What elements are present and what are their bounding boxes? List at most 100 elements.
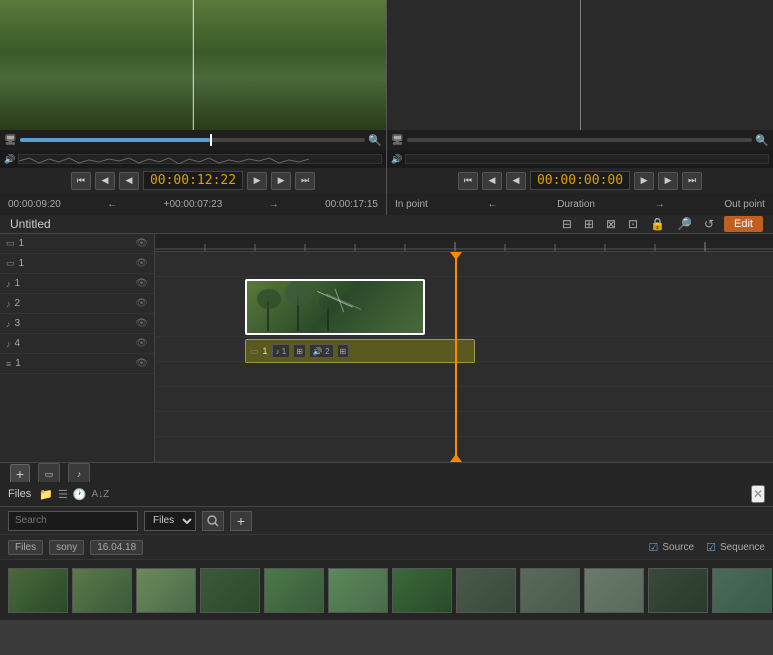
right-video-playhead (580, 0, 581, 130)
left-scrubber-track[interactable] (20, 138, 366, 142)
timeline-section: Untitled ⊟ ⊞ ⊠ ⊡ 🔒 🔎 ↺ Edit ▭ 1 👁 ▭ 1 (0, 215, 773, 480)
folder-icon[interactable]: 📁 (39, 488, 53, 501)
thumbnail-4[interactable] (200, 568, 260, 613)
left-next-btn[interactable]: ⏭ (295, 172, 315, 190)
left-zoom-icon[interactable]: 🔍 (368, 134, 382, 147)
add-file-button[interactable]: + (230, 511, 252, 531)
left-step-back-btn[interactable]: ◀ (95, 172, 115, 190)
sequence-checkbox-label[interactable]: ☑ Sequence (706, 541, 765, 554)
left-scrubber-fill (20, 138, 210, 142)
track-row-a3[interactable] (155, 387, 773, 412)
track-label-s1: ≡ 1 👁 (0, 354, 154, 374)
right-next-btn[interactable]: ⏭ (682, 172, 702, 190)
eye-a2[interactable]: 👁 (135, 298, 148, 309)
thumbnail-5[interactable] (264, 568, 324, 613)
track-row-v1[interactable] (155, 252, 773, 277)
clock-icon[interactable]: 🕐 (73, 488, 87, 501)
thumbnail-11[interactable] (648, 568, 708, 613)
sequence-check-icon: ☑ (706, 541, 716, 554)
audio-icon-a1: ♪ (6, 279, 11, 289)
right-zoom-icon[interactable]: 🔍 (755, 134, 769, 147)
audio-clip-num: 1 (263, 346, 268, 356)
files-thumbnails (0, 560, 773, 620)
track-num-s1: 1 (15, 358, 27, 369)
history-icon[interactable]: ↺ (702, 215, 716, 233)
source-checkbox-label[interactable]: ☑ Source (649, 541, 695, 554)
eye-v2[interactable]: 👁 (135, 258, 148, 269)
left-step-fwd-btn[interactable]: ▶ (271, 172, 291, 190)
left-scrubber-area[interactable]: 🖥 🔍 (0, 130, 386, 150)
list-icon[interactable]: ☰ (58, 488, 68, 501)
files-panel: Files 📁 ☰ 🕐 A↓Z ✕ Files + Files sony 16.… (0, 480, 773, 620)
ripple-icon[interactable]: ⊞ (582, 215, 596, 233)
search-button[interactable] (202, 511, 224, 531)
left-monitor-video (0, 0, 386, 130)
track-row-v2[interactable] (155, 277, 773, 337)
lock-icon[interactable]: 🔒 (648, 215, 667, 233)
source-check-icon: ☑ (649, 541, 659, 554)
thumbnail-3[interactable] (136, 568, 196, 613)
thumbnail-10[interactable] (584, 568, 644, 613)
track-num-v2: 1 (19, 258, 31, 269)
right-play-back-btn[interactable]: ◀ (506, 172, 526, 190)
snap-icon[interactable]: ⊟ (560, 215, 574, 233)
right-step-back-btn[interactable]: ◀ (482, 172, 502, 190)
search-input[interactable] (8, 511, 138, 531)
timeline-ruler (155, 234, 773, 252)
audio-ctrl-3[interactable]: 🔊 2 (309, 344, 334, 358)
roll-icon[interactable]: ⊠ (604, 215, 618, 233)
tag-files[interactable]: Files (8, 540, 43, 555)
files-toolbar: Files + (0, 507, 773, 535)
right-timecode: 00:00:00:00 (530, 171, 630, 190)
right-prev-btn[interactable]: ⏮ (458, 172, 478, 190)
thumbnail-8[interactable] (456, 568, 516, 613)
tag-date[interactable]: 16.04.18 (90, 540, 143, 555)
audio-ctrl-4[interactable]: ⊞ (337, 344, 350, 358)
right-scrubber-track[interactable] (407, 138, 753, 142)
left-play-back-btn[interactable]: ◀ (119, 172, 139, 190)
eye-a1[interactable]: 👁 (135, 278, 148, 289)
left-play-btn[interactable]: ▶ (247, 172, 267, 190)
video-clip-v2[interactable] (245, 279, 425, 335)
files-close-button[interactable]: ✕ (751, 485, 765, 503)
audio-clip-a1[interactable]: ▭ 1 ♪ 1 ⊞ 🔊 2 ⊞ (245, 339, 475, 363)
left-monitor-icon: 🖥 (4, 135, 17, 146)
eye-v1[interactable]: 👁 (135, 238, 148, 249)
add-track-button[interactable]: + (10, 464, 30, 484)
left-arrow-right: → (269, 199, 279, 210)
audio-ctrl-1[interactable]: ♪ 1 (272, 344, 291, 358)
thumbnail-2[interactable] (72, 568, 132, 613)
right-monitor-icon: 🖥 (391, 135, 404, 146)
track-row-s1[interactable] (155, 437, 773, 462)
track-label-a3: ♪ 3 👁 (0, 314, 154, 334)
track-row-a2[interactable] (155, 362, 773, 387)
eye-a4[interactable]: 👁 (135, 338, 148, 349)
track-num-v1: 1 (19, 238, 31, 249)
left-prev-btn[interactable]: ⏮ (71, 172, 91, 190)
eye-s1[interactable]: 👁 (135, 358, 148, 369)
audio-clip-controls[interactable]: ♪ 1 ⊞ 🔊 2 ⊞ (272, 344, 350, 358)
files-dropdown[interactable]: Files (144, 511, 196, 531)
thumbnail-9[interactable] (520, 568, 580, 613)
eye-a3[interactable]: 👁 (135, 318, 148, 329)
sub-icon-s1: ≡ (6, 359, 11, 369)
zoom-fit-icon[interactable]: 🔎 (675, 215, 694, 233)
track-row-a4[interactable] (155, 412, 773, 437)
audio-clip-icon: ▭ (250, 346, 259, 357)
thumbnail-12[interactable] (712, 568, 772, 613)
thumbnail-6[interactable] (328, 568, 388, 613)
track-row-a1[interactable]: ▭ 1 ♪ 1 ⊞ 🔊 2 ⊞ (155, 337, 773, 362)
thumbnail-1[interactable] (8, 568, 68, 613)
edit-button[interactable]: Edit (724, 216, 763, 232)
thumbnail-7[interactable] (392, 568, 452, 613)
audio-ctrl-2[interactable]: ⊞ (293, 344, 306, 358)
right-scrubber-area[interactable]: 🖥 🔍 (387, 130, 773, 150)
right-play-btn[interactable]: ▶ (634, 172, 654, 190)
slip-icon[interactable]: ⊡ (626, 215, 640, 233)
timeline-tracks[interactable]: ▭ 1 ♪ 1 ⊞ 🔊 2 ⊞ (155, 234, 773, 462)
sort-az-icon[interactable]: A↓Z (92, 489, 110, 500)
tag-sony[interactable]: sony (49, 540, 84, 555)
right-monitor: 🖥 🔍 🔊 ⏮ ◀ ◀ 00:00:00:00 ▶ ▶ ⏭ In point ←… (387, 0, 773, 215)
right-step-fwd-btn[interactable]: ▶ (658, 172, 678, 190)
track-label-v1: ▭ 1 👁 (0, 234, 154, 254)
